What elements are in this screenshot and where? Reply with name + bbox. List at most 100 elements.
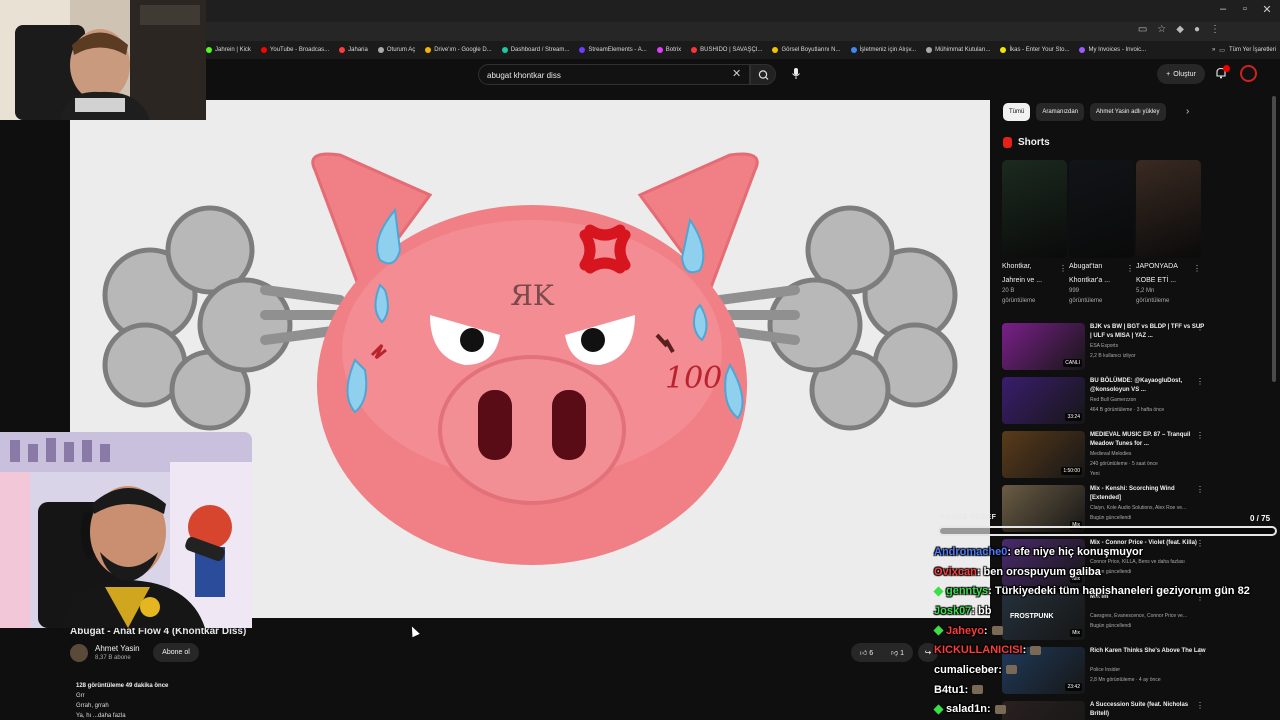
video-thumbnail[interactable]: Mix: [1002, 485, 1085, 532]
short-thumbnail[interactable]: [1136, 160, 1201, 258]
notification-badge: [1223, 65, 1230, 72]
channel-name[interactable]: Ahmet Yasin: [95, 644, 140, 653]
more-options-icon[interactable]: ⋮: [1126, 264, 1134, 273]
video-title: MEDIEVAL MUSIC EP. 87 – Tranquil Meadow …: [1090, 432, 1191, 447]
bookmark-label: BUSHIDO | SAVAŞÇI...: [700, 47, 763, 53]
scrollbar[interactable]: [1272, 96, 1276, 382]
chat-message: Andromache0 : efe niye hiç konuşmuyor: [934, 542, 1278, 562]
goal-progress-bar: [938, 526, 1277, 536]
toolbar-icons: ▭ ☆ ◆ ● ⋮: [1138, 24, 1220, 35]
bookmark-item[interactable]: Dashboard / Stream...: [501, 47, 570, 53]
shorts-heading: Shorts: [1018, 137, 1050, 148]
maximize-icon[interactable]: ▫: [1234, 3, 1256, 15]
chat-text: :: [986, 703, 991, 716]
bookmark-label: Mühimmat Kutuları...: [935, 47, 991, 53]
recommended-video[interactable]: 33:24 BU BÖLÜMDE: @KayaogluDost, @konsolo…: [1002, 377, 1272, 427]
webcam-top-left: [0, 0, 206, 120]
bookmark-favicon-icon: [260, 47, 267, 53]
goal-label: ABONE HEDEF: [940, 514, 997, 521]
chevron-right-icon[interactable]: ›: [1186, 106, 1189, 117]
chat-message: B4tu1 :: [934, 680, 1278, 700]
close-window-icon[interactable]: ✕: [1256, 3, 1278, 16]
more-options-icon[interactable]: ⋮: [1059, 264, 1067, 273]
bookmark-item[interactable]: Mühimmat Kutuları...: [926, 47, 990, 53]
short-card[interactable]: Abugat'tan Khontkar'a ... 999 görüntüleme ⋮: [1069, 160, 1134, 306]
chat-text: : efe niye hiç konuşmuyor: [1007, 545, 1144, 558]
video-thumbnail[interactable]: 1:50:00: [1002, 431, 1085, 478]
chat-text: : Türkiyedeki tüm hapishaneleri geziyoru…: [988, 585, 1250, 598]
chip-from-search[interactable]: Aramanızdan: [1036, 103, 1085, 121]
bookmark-item[interactable]: Drive'ım - Google D...: [425, 47, 492, 53]
bookmark-label: Drive'ım - Google D...: [434, 47, 492, 53]
shorts-icon: [1003, 137, 1012, 148]
more-options-icon[interactable]: ⋮: [1196, 323, 1204, 332]
bookmark-favicon-icon: [691, 47, 698, 53]
bookmark-label: Dashboard / Stream...: [510, 47, 570, 53]
search-button[interactable]: [750, 64, 776, 85]
bookmark-item[interactable]: StreamElements - A...: [579, 47, 647, 53]
more-options-icon[interactable]: ⋮: [1193, 264, 1201, 273]
new-badge: Yeni: [1090, 471, 1100, 477]
video-description[interactable]: 128 görüntüleme 49 dakika önce Grr Grrah…: [76, 681, 168, 720]
description-line: Grr: [76, 693, 85, 699]
short-card[interactable]: JAPONYADA KOBE ETİ ... 5,2 Mn görüntüleme ⋮: [1136, 160, 1201, 306]
filter-chips: Tümü Aramanızdan Ahmet Yasin adlı yükley: [1003, 103, 1166, 121]
subscriber-count: 8,37 B abone: [95, 655, 131, 661]
like-count: 6: [869, 650, 874, 657]
video-thumbnail[interactable]: 33:24: [1002, 377, 1085, 424]
short-views-label: görüntüleme: [1069, 298, 1103, 304]
bookmark-item[interactable]: Görsel Boyutlarını N...: [772, 47, 841, 53]
short-card[interactable]: Khontkar, Jahrein ve ... 20 B görüntüleme ⋮: [1002, 160, 1067, 306]
star-icon[interactable]: ☆: [1157, 24, 1166, 35]
video-title: BU BÖLÜMDE: @KayaogluDost, @konsoloyun V…: [1090, 378, 1183, 393]
channel-name: Medieval Melodies: [1090, 451, 1132, 457]
clear-search-icon[interactable]: ✕: [732, 67, 741, 80]
bookmark-item[interactable]: Jaharia: [339, 47, 368, 53]
channel-avatar[interactable]: [70, 644, 88, 662]
account-avatar[interactable]: [1240, 65, 1257, 82]
bookmark-item[interactable]: Jahrein | Kick: [206, 47, 251, 53]
bookmark-item[interactable]: İkas - Enter Your Sto...: [1000, 47, 1069, 53]
bookmark-item[interactable]: İşletmeniz için Alışv...: [850, 47, 916, 53]
chat-emote-icon: [1005, 665, 1017, 675]
bookmark-favicon-icon: [772, 47, 779, 53]
short-title: Khontkar,: [1002, 263, 1032, 270]
description-line: Grrah, grrah: [76, 703, 109, 709]
more-options-icon[interactable]: ⋮: [1196, 377, 1204, 386]
microphone-icon[interactable]: [790, 67, 802, 81]
cast-icon[interactable]: ▭: [1138, 24, 1147, 35]
chip-channel-uploads[interactable]: Ahmet Yasin adlı yükley: [1090, 103, 1166, 121]
bookmark-item[interactable]: My Invoices - Invoic...: [1079, 47, 1146, 53]
thumbs-down-icon: 👎︎: [891, 650, 899, 657]
video-thumbnail[interactable]: CANLI: [1002, 323, 1085, 370]
short-thumbnail[interactable]: [1069, 160, 1134, 258]
extension-icon[interactable]: ◆: [1176, 24, 1184, 35]
more-options-icon[interactable]: ⋮: [1196, 485, 1204, 494]
video-stats: Bugün güncellendi: [1090, 515, 1132, 521]
video-title: BJK vs BW | BGT vs BLDP | TFF vs SUP | U…: [1090, 324, 1205, 339]
chat-overlay: Andromache0 : efe niye hiç konuşmuyor Ovi…: [933, 542, 1278, 719]
mouse-cursor: [408, 624, 420, 638]
recommended-video[interactable]: 1:50:00 MEDIEVAL MUSIC EP. 87 – Tranquil …: [1002, 431, 1272, 481]
create-button[interactable]: + Oluştur: [1157, 64, 1205, 84]
recommended-video[interactable]: CANLI BJK vs BW | BGT vs BLDP | TFF vs SU…: [1002, 323, 1272, 373]
bookmark-item[interactable]: Botrix: [656, 47, 681, 53]
minimize-icon[interactable]: –: [1212, 3, 1234, 15]
bookmark-favicon-icon: [1079, 47, 1086, 53]
subscribe-button[interactable]: Abone ol: [153, 643, 199, 662]
like-button[interactable]: 👍︎ 6: [851, 648, 882, 657]
bookmark-item[interactable]: BUSHIDO | SAVAŞÇI...: [691, 47, 762, 53]
search-input[interactable]: abugat khontkar diss: [478, 64, 750, 85]
dislike-button[interactable]: 👎︎ 1: [882, 648, 913, 657]
profile-icon[interactable]: ●: [1194, 24, 1200, 35]
short-thumbnail[interactable]: [1002, 160, 1067, 258]
chip-all[interactable]: Tümü: [1003, 103, 1031, 121]
menu-icon[interactable]: ⋮: [1210, 24, 1220, 35]
screen: – ▫ ✕ ▭ ☆ ◆ ● ⋮ Jahrein | Kick YouTube - …: [0, 0, 1280, 720]
more-bookmarks-icon[interactable]: »: [1212, 47, 1215, 53]
bookmark-item[interactable]: YouTube - Broadcas...: [260, 47, 329, 53]
bookmark-item[interactable]: Oturum Aç: [377, 47, 415, 53]
more-options-icon[interactable]: ⋮: [1196, 431, 1204, 440]
all-bookmarks-label[interactable]: Tüm Yer İşaretleri: [1229, 47, 1276, 53]
bookmark-label: Jaharia: [348, 47, 368, 53]
